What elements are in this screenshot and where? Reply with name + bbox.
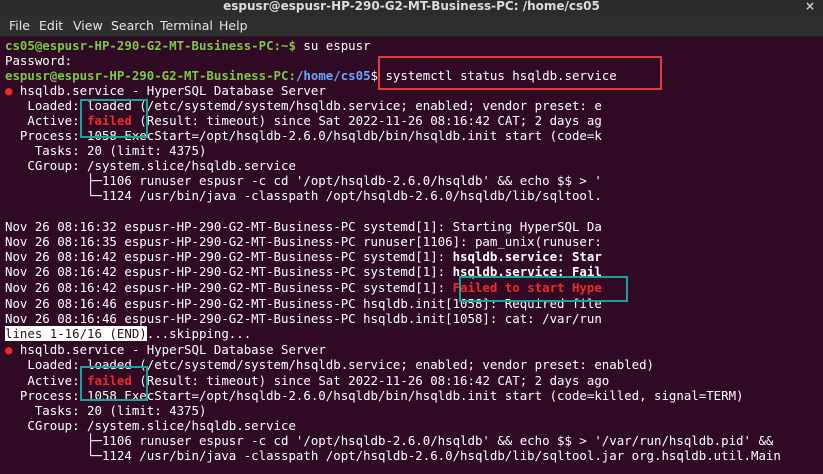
prompt-path: /home/cs05 <box>295 68 371 83</box>
unit-header: hsqldb.service - HyperSQL Database Serve… <box>12 342 326 357</box>
menu-view[interactable]: View <box>73 16 103 36</box>
failed-highlight-box <box>80 366 148 401</box>
terminal-line: lines 1-16/16 (END)...skipping... <box>5 326 251 341</box>
skipping-text: ...skipping... <box>146 326 252 341</box>
active-label: Active: <box>5 373 88 388</box>
command-text: su espusr <box>295 38 371 53</box>
prompt: cs05@espusr-HP-290-G2-MT-Business-PC:~$ <box>5 38 296 53</box>
menu-search[interactable]: Search <box>111 16 154 36</box>
menu-terminal[interactable]: Terminal <box>160 16 213 36</box>
log-prefix: Nov 26 08:16:42 espusr-HP-290-G2-MT-Busi… <box>5 264 453 279</box>
command-highlight-box <box>378 56 662 90</box>
menu-help[interactable]: Help <box>219 16 248 36</box>
terminal-line: └─1124 /usr/bin/java -classpath /opt/hsq… <box>5 448 781 463</box>
terminal-line: Tasks: 20 (limit: 4375) <box>5 143 207 158</box>
window-titlebar: espusr@espusr-HP-290-G2-MT-Business-PC: … <box>0 0 823 16</box>
prompt-user: espusr@espusr-HP-290-G2-MT-Business-PC: <box>5 68 296 83</box>
log-bold-text: hsqldb.service: Star <box>452 249 602 264</box>
terminal-line: Tasks: 20 (limit: 4375) <box>5 403 207 418</box>
terminal-line: CGroup: /system.slice/hsqldb.service <box>5 418 296 433</box>
menu-bar: File Edit View Search Terminal Help <box>0 16 823 37</box>
terminal-line: ├─1106 runuser espusr -c cd '/opt/hsqldb… <box>5 433 774 448</box>
unit-header: hsqldb.service - HyperSQL Database Serve… <box>12 83 326 98</box>
active-label: Active: <box>5 113 88 128</box>
active-detail: (Result: timeout) since Sat 2022-11-26 0… <box>131 373 610 388</box>
log-line: Nov 26 08:16:46 espusr-HP-290-G2-MT-Busi… <box>5 311 602 326</box>
terminal-line: └─1124 /usr/bin/java -classpath /opt/hsq… <box>5 188 602 203</box>
window-title: espusr@espusr-HP-290-G2-MT-Business-PC: … <box>223 0 600 13</box>
close-window-button[interactable]: × <box>801 0 819 14</box>
failed-highlight-box <box>80 99 148 138</box>
log-line: Nov 26 08:16:35 espusr-HP-290-G2-MT-Busi… <box>5 234 602 249</box>
terminal-line: CGroup: /system.slice/hsqldb.service <box>5 158 296 173</box>
menu-file[interactable]: File <box>9 16 30 36</box>
menu-edit[interactable]: Edit <box>39 16 63 36</box>
log-prefix: Nov 26 08:16:42 espusr-HP-290-G2-MT-Busi… <box>5 280 453 295</box>
active-detail: (Result: timeout) since Sat 2022-11-26 0… <box>131 113 602 128</box>
terminal-line: ├─1106 runuser espusr -c cd '/opt/hsqldb… <box>5 173 602 188</box>
log-line: Nov 26 08:16:32 espusr-HP-290-G2-MT-Busi… <box>5 219 602 234</box>
log-prefix: Nov 26 08:16:42 espusr-HP-290-G2-MT-Busi… <box>5 249 453 264</box>
terminal-line: Password: <box>5 53 73 68</box>
log-line: Nov 26 08:16:42 espusr-HP-290-G2-MT-Busi… <box>5 249 602 264</box>
terminal-line: ● hsqldb.service - HyperSQL Database Ser… <box>5 83 326 98</box>
close-icon: × <box>804 0 816 13</box>
failed-start-highlight-box <box>459 276 628 302</box>
terminal-line: cs05@espusr-HP-290-G2-MT-Business-PC:~$ … <box>5 38 371 53</box>
pager-status: lines 1-16/16 (END) <box>5 326 147 341</box>
terminal-line: ● hsqldb.service - HyperSQL Database Ser… <box>5 342 326 357</box>
